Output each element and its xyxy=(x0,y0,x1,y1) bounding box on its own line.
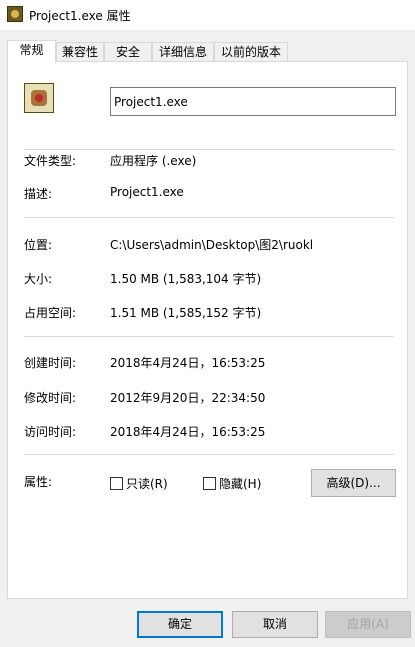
location-value: C:\Users\admin\Desktop\图2\ruokl xyxy=(110,238,314,252)
size-on-disk-label: 占用空间: xyxy=(24,306,77,320)
general-tab-panel: 文件类型: 应用程序 (.exe) 描述: Project1.exe 位置: C… xyxy=(7,61,408,599)
cancel-button[interactable]: 取消 xyxy=(232,611,318,638)
ok-button[interactable]: 确定 xyxy=(137,611,223,638)
separator xyxy=(24,336,394,337)
hidden-checkbox[interactable]: 隐藏(H) xyxy=(203,475,261,491)
file-type-label: 文件类型: xyxy=(24,154,77,168)
accessed-value: 2018年4月24日，16:53:25 xyxy=(110,425,266,439)
tab-compatibility[interactable]: 兼容性 xyxy=(56,42,104,61)
tab-general[interactable]: 常规 xyxy=(7,40,56,63)
created-value: 2018年4月24日，16:53:25 xyxy=(110,356,266,370)
tab-security[interactable]: 安全 xyxy=(104,42,152,61)
separator xyxy=(24,217,394,218)
tab-details[interactable]: 详细信息 xyxy=(152,42,214,61)
size-on-disk-value: 1.51 MB (1,585,152 字节) xyxy=(110,306,262,320)
apply-button[interactable]: 应用(A) xyxy=(325,611,411,638)
size-value: 1.50 MB (1,583,104 字节) xyxy=(110,272,262,286)
readonly-checkbox[interactable]: 只读(R) xyxy=(110,475,168,491)
created-label: 创建时间: xyxy=(24,356,77,370)
accessed-label: 访问时间: xyxy=(24,425,77,439)
modified-label: 修改时间: xyxy=(24,391,77,405)
hidden-checkbox-box[interactable] xyxy=(203,477,216,490)
attributes-label: 属性: xyxy=(24,475,53,489)
title-bar: Project1.exe 属性 xyxy=(0,0,415,30)
size-label: 大小: xyxy=(24,272,53,286)
file-icon xyxy=(24,83,54,113)
description-value: Project1.exe xyxy=(110,185,184,199)
advanced-button[interactable]: 高级(D)... xyxy=(311,469,396,497)
tab-previous-versions[interactable]: 以前的版本 xyxy=(214,42,288,61)
separator xyxy=(24,149,394,150)
separator xyxy=(24,454,394,455)
readonly-checkbox-label: 只读(R) xyxy=(126,477,168,491)
file-type-value: 应用程序 (.exe) xyxy=(110,154,197,168)
file-name-field[interactable] xyxy=(110,87,396,116)
description-label: 描述: xyxy=(24,187,53,201)
hidden-checkbox-label: 隐藏(H) xyxy=(219,477,262,491)
app-icon xyxy=(7,6,23,22)
location-label: 位置: xyxy=(24,238,53,252)
readonly-checkbox-box[interactable] xyxy=(110,477,123,490)
window-title: Project1.exe 属性 xyxy=(29,9,131,23)
modified-value: 2012年9月20日，22:34:50 xyxy=(110,391,266,405)
